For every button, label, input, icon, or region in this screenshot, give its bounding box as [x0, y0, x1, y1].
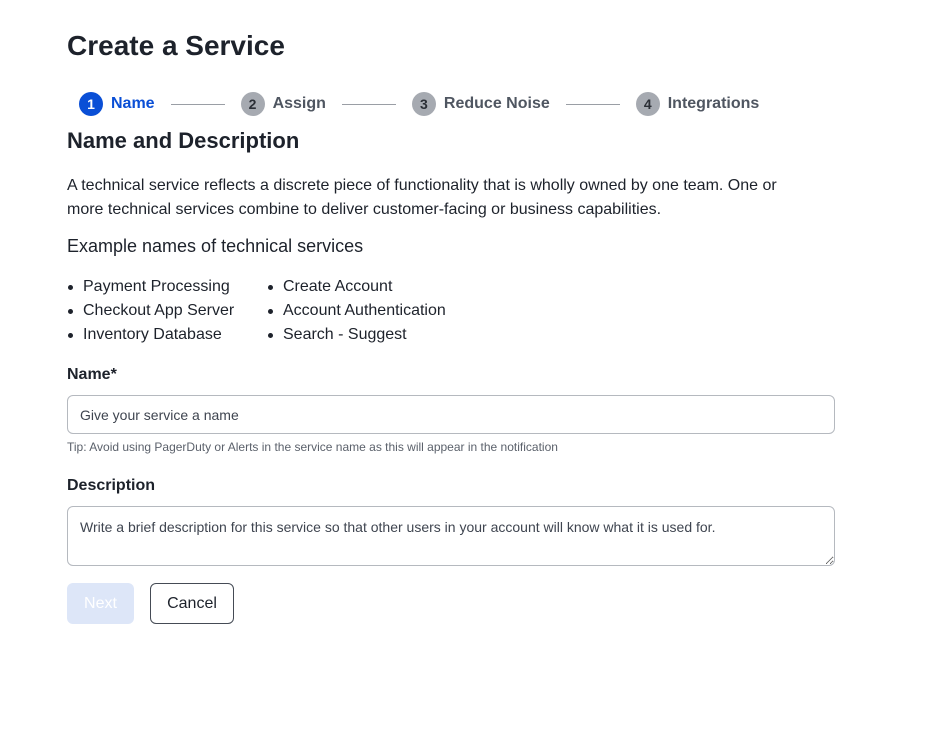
step-label: Name	[111, 95, 155, 112]
cancel-button[interactable]: Cancel	[150, 583, 234, 624]
wizard-stepper: 1 Name 2 Assign 3 Reduce Noise 4 Integra…	[79, 92, 759, 116]
list-item: Account Authentication	[267, 299, 487, 323]
step-number-badge: 1	[79, 92, 103, 116]
list-item: Create Account	[267, 275, 487, 299]
name-label: Name*	[67, 366, 117, 383]
intro-paragraph: A technical service reflects a discrete …	[67, 177, 777, 218]
step-reduce-noise[interactable]: 3 Reduce Noise	[411, 92, 550, 116]
name-input[interactable]	[67, 395, 835, 434]
list-item: Payment Processing	[67, 275, 267, 299]
form-actions: Next Cancel	[67, 583, 234, 624]
list-item: Inventory Database	[67, 323, 267, 347]
step-number-badge: 3	[411, 92, 436, 116]
step-label: Reduce Noise	[443, 95, 550, 112]
example-names-list: Payment Processing Checkout App Server I…	[67, 275, 567, 347]
step-number-badge: 4	[635, 92, 660, 116]
step-integrations[interactable]: 4 Integrations	[635, 92, 760, 116]
step-name[interactable]: 1 Name	[79, 92, 155, 116]
description-label: Description	[67, 477, 156, 494]
step-label: Integrations	[667, 95, 760, 112]
list-item: Checkout App Server	[67, 299, 267, 323]
description-textarea[interactable]	[67, 506, 835, 566]
examples-heading: Example names of technical services	[67, 236, 364, 256]
step-number-badge: 2	[240, 92, 265, 116]
page-title: Create a Service	[67, 30, 285, 61]
section-title: Name and Description	[67, 128, 300, 153]
step-assign[interactable]: 2 Assign	[240, 92, 326, 116]
name-tip: Tip: Avoid using PagerDuty or Alerts in …	[67, 440, 558, 454]
next-button[interactable]: Next	[67, 583, 134, 624]
step-label: Assign	[272, 95, 326, 112]
list-item: Search - Suggest	[267, 323, 487, 347]
step-connector	[341, 103, 396, 105]
step-connector	[565, 103, 620, 105]
step-connector	[170, 103, 225, 105]
